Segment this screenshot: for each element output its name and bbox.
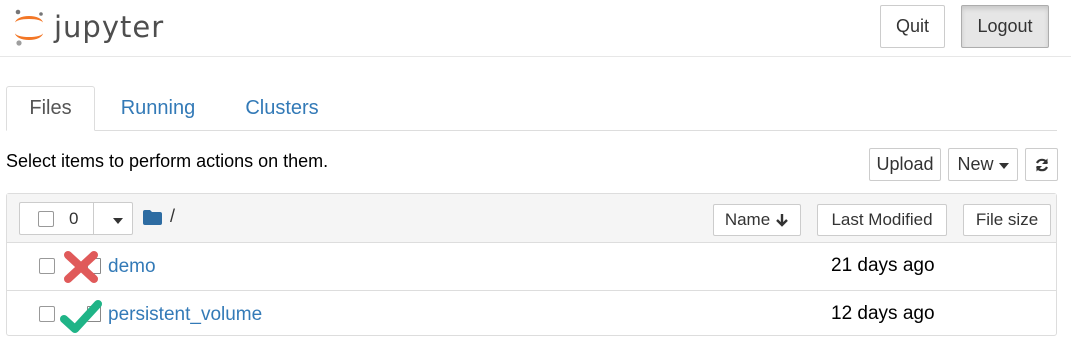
list-item: demo 21 days ago [7,243,1056,291]
chevron-down-icon [998,162,1009,169]
sort-name-label: Name [724,210,771,229]
divider [93,203,94,234]
breadcrumb-path[interactable]: / [170,206,175,227]
jupyter-logo-icon [15,9,43,46]
tab-clusters[interactable]: Clusters [232,86,332,130]
new-button[interactable]: New [948,148,1018,181]
logout-button[interactable]: Logout [961,5,1049,48]
red-x-icon [64,251,98,283]
select-menu-chevron-down-icon[interactable] [113,218,123,224]
logo-text: jupyter [54,10,165,44]
list-header: 0 / Name Last Modified File size [7,194,1056,243]
header: jupyter Quit Logout [0,0,1071,57]
tab-running[interactable]: Running [106,86,210,130]
refresh-icon [1035,158,1048,171]
refresh-button[interactable] [1025,148,1058,181]
folder-icon[interactable] [143,210,162,225]
item-checkbox[interactable] [39,258,55,274]
green-check-icon [60,300,102,333]
sort-by-size-button[interactable]: File size [963,204,1051,236]
item-checkbox[interactable] [39,306,55,322]
quit-button[interactable]: Quit [880,5,945,48]
new-button-label: New [957,154,994,174]
sort-by-modified-button[interactable]: Last Modified [817,204,947,236]
tab-files[interactable]: Files [6,86,95,131]
upload-button[interactable]: Upload [869,148,941,181]
list-item: persistent_volume 12 days ago [7,291,1056,338]
select-all-checkbox[interactable] [38,211,54,227]
sort-by-name-button[interactable]: Name [713,204,801,236]
tab-bar: Files Running Clusters [6,86,1057,131]
file-list: 0 / Name Last Modified File size demo 21… [6,193,1057,336]
item-name-link[interactable]: persistent_volume [108,304,262,326]
arrow-down-icon [776,214,789,227]
selected-count: 0 [69,209,79,228]
item-modified: 12 days ago [831,303,935,324]
instructions-text: Select items to perform actions on them. [6,151,329,171]
item-name-link[interactable]: demo [108,256,156,278]
jupyter-logo[interactable]: jupyter [12,4,164,50]
select-all-group: 0 [19,202,133,235]
item-modified: 21 days ago [831,255,935,276]
